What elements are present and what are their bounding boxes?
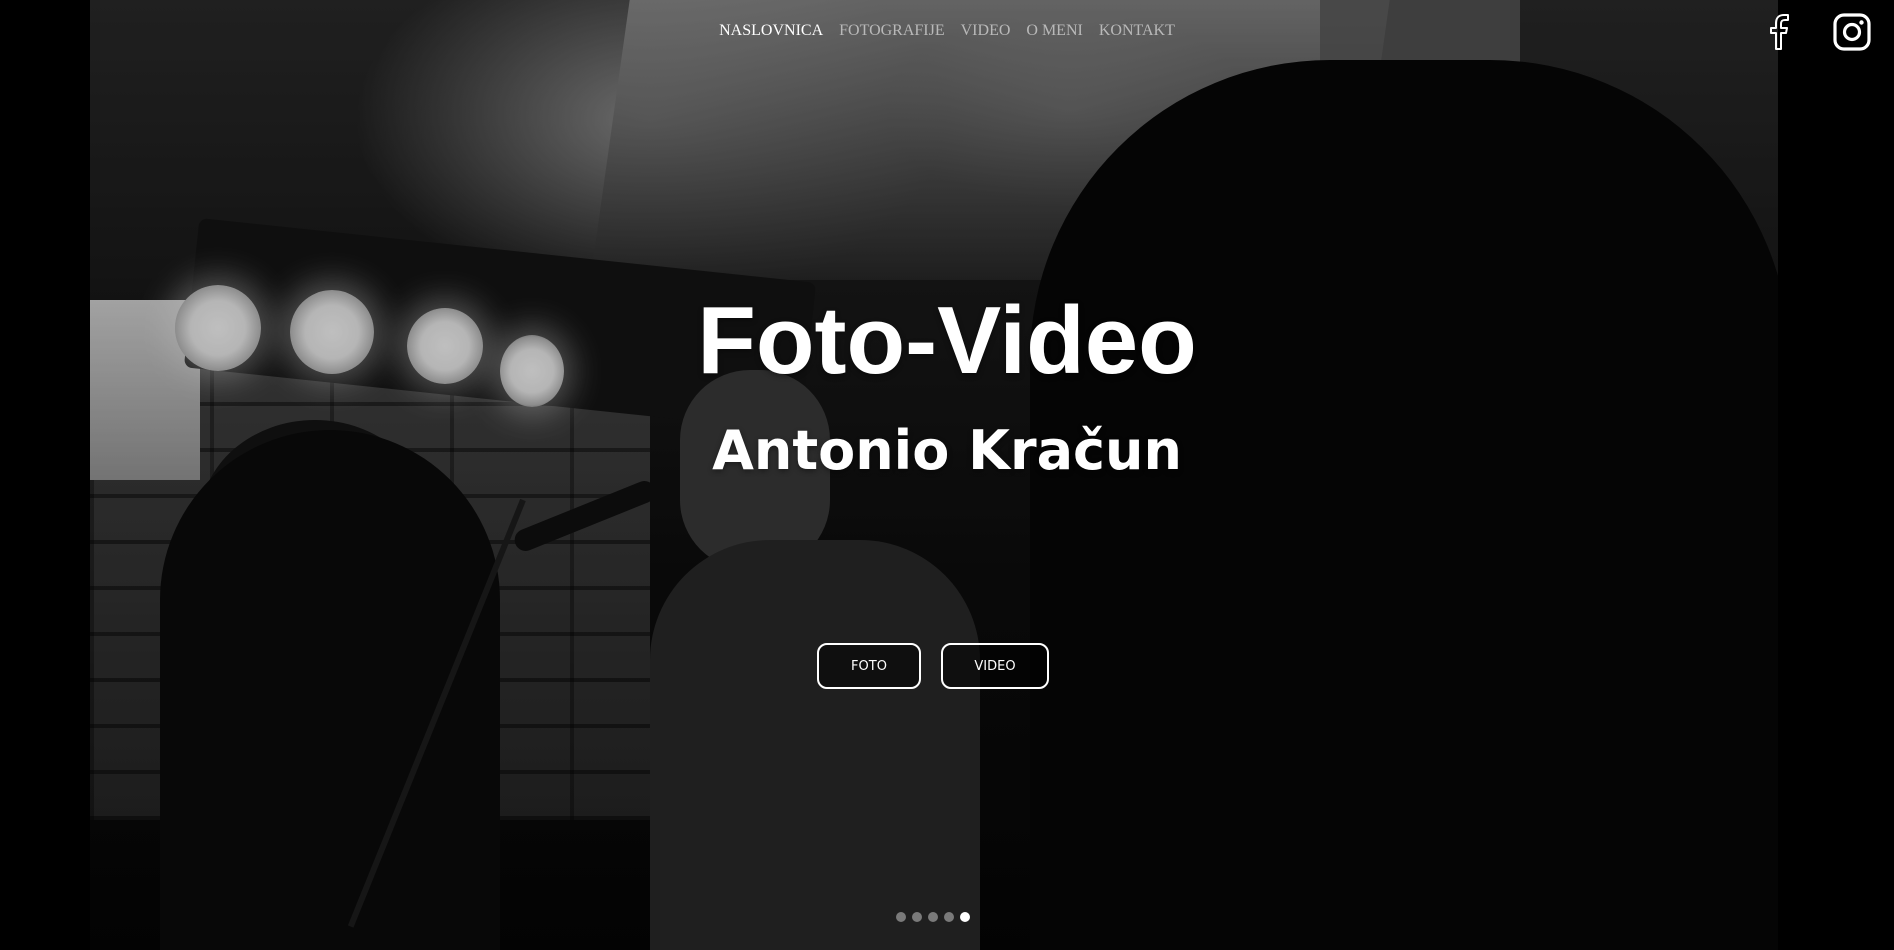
instagram-icon-glyph [1833, 13, 1871, 51]
nav-item-fotografije[interactable]: FOTOGRAFIJE [839, 22, 945, 40]
slider-dot[interactable] [944, 912, 954, 922]
page: NASLOVNICA FOTOGRAFIJE VIDEO O MENI KONT… [0, 0, 1894, 950]
foto-button[interactable]: FOTO [817, 643, 921, 689]
slider-dot[interactable] [912, 912, 922, 922]
slider-dots [896, 912, 970, 922]
nav-item-o-meni[interactable]: O MENI [1026, 22, 1082, 40]
hero-title: Foto-Video [697, 287, 1197, 394]
nav-item-video[interactable]: VIDEO [961, 22, 1011, 40]
instagram-icon[interactable] [1832, 12, 1872, 52]
facebook-icon[interactable] [1760, 12, 1800, 52]
slider-dot[interactable] [896, 912, 906, 922]
nav-item-kontakt[interactable]: KONTAKT [1099, 22, 1175, 40]
facebook-icon-glyph [1770, 14, 1789, 50]
slider-dot[interactable] [928, 912, 938, 922]
nav-item-naslovnica[interactable]: NASLOVNICA [719, 22, 823, 40]
slider-dot[interactable] [960, 912, 970, 922]
main-nav: NASLOVNICA FOTOGRAFIJE VIDEO O MENI KONT… [0, 22, 1894, 40]
hero-subtitle: Antonio Kračun [712, 419, 1182, 482]
hero-buttons: FOTO VIDEO [817, 643, 1049, 689]
video-button[interactable]: VIDEO [941, 643, 1049, 689]
social-links [1760, 12, 1872, 52]
